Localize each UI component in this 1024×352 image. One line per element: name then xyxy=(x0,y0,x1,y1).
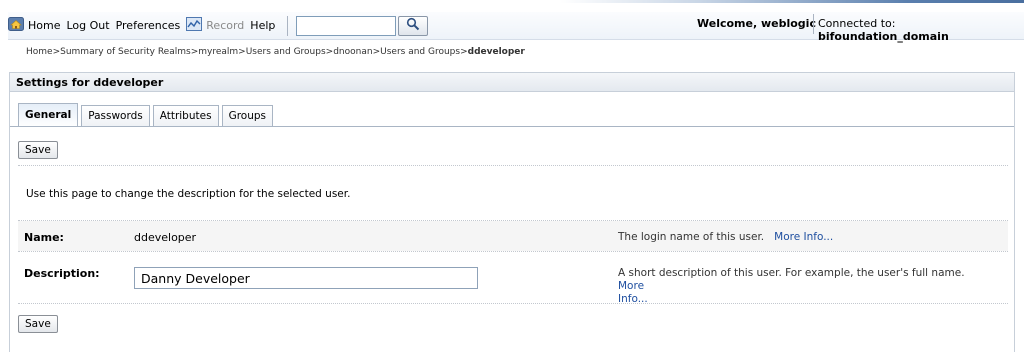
top-bar: Home Log Out Preferences Record Help Wel… xyxy=(0,0,1024,46)
breadcrumb-separator: > xyxy=(238,47,246,57)
search-button[interactable] xyxy=(398,15,429,36)
description-help-text: A short description of this user. For ex… xyxy=(618,267,965,279)
breadcrumb-myrealm[interactable]: myrealm xyxy=(198,47,238,57)
breadcrumb-separator: > xyxy=(52,47,61,57)
record-label: Record xyxy=(206,19,245,32)
tab-bar: General Passwords Attributes Groups xyxy=(18,101,276,127)
tab-passwords[interactable]: Passwords xyxy=(81,105,150,127)
home-label: Home xyxy=(28,19,61,32)
top-accent-bar xyxy=(560,0,1024,3)
preferences-link[interactable]: Preferences xyxy=(116,19,181,32)
breadcrumb-separator: > xyxy=(372,47,381,57)
name-value: ddeveloper xyxy=(134,231,197,244)
save-button-top[interactable]: Save xyxy=(18,141,58,159)
connected-text: Connected to: bifoundation_domain xyxy=(818,17,1024,43)
logout-link[interactable]: Log Out xyxy=(66,19,109,32)
breadcrumb-dnoonan[interactable]: dnoonan xyxy=(333,47,372,57)
breadcrumb-current: ddeveloper xyxy=(467,47,525,57)
connected-label: Connected to: xyxy=(818,17,896,30)
divider xyxy=(18,303,1008,304)
name-help-text: The login name of this user. xyxy=(618,231,765,243)
welcome-text: Welcome, weblogic xyxy=(697,17,816,30)
divider xyxy=(18,165,1008,166)
breadcrumb-users-groups-2[interactable]: Users and Groups xyxy=(380,47,460,57)
search-input[interactable] xyxy=(296,15,397,36)
domain-name: bifoundation_domain xyxy=(818,30,949,43)
header-divider xyxy=(813,14,814,34)
breadcrumb-users-groups[interactable]: Users and Groups xyxy=(246,47,326,57)
description-more-info-link[interactable]: More xyxy=(618,280,644,292)
tab-attributes[interactable]: Attributes xyxy=(152,105,219,127)
record-icon xyxy=(186,17,203,34)
name-label: Name: xyxy=(24,231,64,244)
tab-groups[interactable]: Groups xyxy=(221,105,273,127)
breadcrumb-separator: > xyxy=(460,47,468,57)
breadcrumb: Home>Summary of Security Realms>myrealm>… xyxy=(26,47,525,57)
tab-general[interactable]: General xyxy=(18,103,79,127)
home-icon xyxy=(8,17,24,34)
breadcrumb-security-realms[interactable]: Summary of Security Realms xyxy=(60,47,191,57)
panel-title: Settings for ddeveloper xyxy=(10,73,1014,92)
description-label: Description: xyxy=(24,267,100,280)
divider xyxy=(18,251,1008,252)
save-button-bottom[interactable]: Save xyxy=(18,315,58,333)
home-link[interactable]: Home xyxy=(8,17,60,34)
name-more-info-link[interactable]: More Info... xyxy=(774,231,833,243)
name-help: The login name of this user. More Info..… xyxy=(618,231,833,243)
toolbar-divider xyxy=(287,15,289,36)
search-icon xyxy=(406,17,420,34)
breadcrumb-home[interactable]: Home xyxy=(26,47,53,57)
tab-underline xyxy=(10,126,1014,127)
help-link[interactable]: Help xyxy=(250,19,275,32)
intro-text: Use this page to change the description … xyxy=(26,188,351,200)
settings-panel: Settings for ddeveloper General Password… xyxy=(9,72,1015,352)
description-input[interactable] xyxy=(134,267,478,289)
description-help: A short description of this user. For ex… xyxy=(618,267,998,306)
record-button[interactable]: Record xyxy=(186,17,244,34)
